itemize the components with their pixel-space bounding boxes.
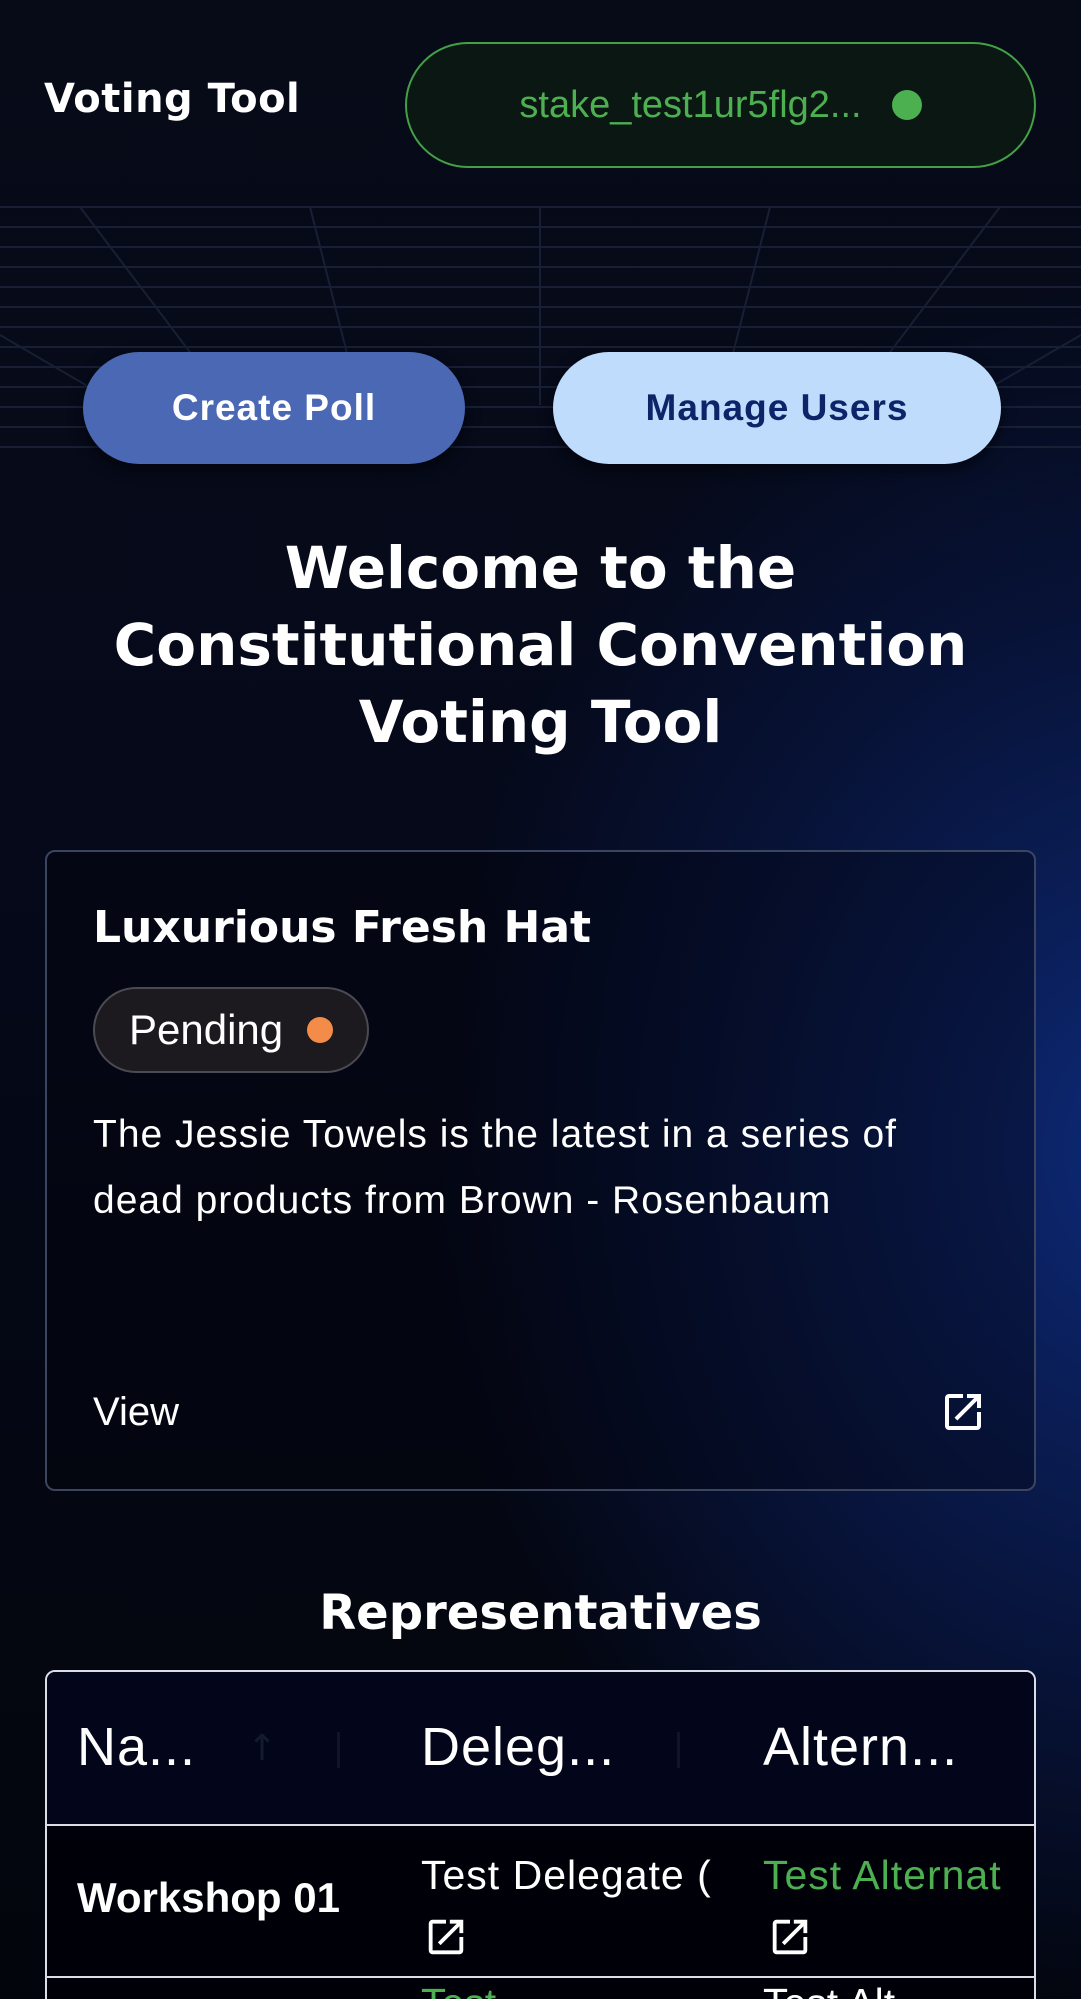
sort-arrow-icon[interactable]: ↑ bbox=[247, 1728, 277, 1769]
column-separator[interactable] bbox=[677, 1732, 680, 1768]
column-separator[interactable] bbox=[337, 1732, 340, 1768]
create-poll-button[interactable]: Create Poll bbox=[83, 352, 465, 464]
table-row: Test Dele Test Alt bbox=[47, 1980, 1034, 1999]
view-link[interactable]: View bbox=[93, 1390, 179, 1435]
table-header: Na... ↑ Deleg... Altern... bbox=[47, 1672, 1034, 1826]
wallet-button[interactable]: stake_test1ur5flg2... bbox=[405, 42, 1036, 168]
wallet-connected-dot-icon bbox=[891, 90, 922, 120]
column-header-name[interactable]: Na... bbox=[77, 1716, 196, 1778]
cell-delegate[interactable]: Test Dele bbox=[421, 1980, 571, 1999]
welcome-line-3: Voting Tool bbox=[358, 688, 723, 756]
status-badge: Pending bbox=[93, 987, 370, 1073]
page: Voting Tool stake_test1ur5flg2... Create… bbox=[0, 0, 1081, 1999]
manage-users-button[interactable]: Manage Users bbox=[553, 352, 1001, 464]
wallet-address: stake_test1ur5flg2... bbox=[519, 83, 862, 126]
pending-dot-icon bbox=[307, 1017, 334, 1043]
alternate-external-link-icon[interactable] bbox=[767, 1914, 813, 1960]
cell-alternate[interactable]: Test Alternat bbox=[763, 1852, 1034, 1902]
table-row: Workshop 01 Test Delegate ( Test Alterna… bbox=[47, 1828, 1034, 1978]
delegate-external-link-icon[interactable] bbox=[423, 1914, 469, 1960]
poll-card[interactable]: Luxurious Fresh Hat Pending The Jessie T… bbox=[45, 850, 1036, 1491]
header: Voting Tool stake_test1ur5flg2... bbox=[0, 0, 1081, 205]
poll-description: The Jessie Towels is the latest in a ser… bbox=[93, 1113, 897, 1222]
welcome-line-2: Constitutional Convention bbox=[113, 611, 968, 679]
representatives-title: Representatives bbox=[319, 1585, 762, 1641]
column-header-delegate[interactable]: Deleg... bbox=[421, 1716, 615, 1778]
external-link-icon[interactable] bbox=[939, 1388, 987, 1436]
welcome-heading: Welcome to the Constitutional Convention… bbox=[40, 530, 1041, 761]
welcome-line-1: Welcome to the bbox=[284, 534, 797, 602]
representatives-table: Na... ↑ Deleg... Altern... Workshop 01 T… bbox=[45, 1670, 1036, 1999]
cell-name: Workshop 01 bbox=[77, 1874, 340, 1921]
cell-delegate[interactable]: Test Delegate ( bbox=[421, 1852, 739, 1902]
column-header-alternate[interactable]: Altern... bbox=[763, 1716, 958, 1778]
app-title[interactable]: Voting Tool bbox=[44, 76, 300, 122]
status-label: Pending bbox=[129, 1006, 284, 1053]
cell-alternate[interactable]: Test Alt bbox=[763, 1980, 913, 1999]
poll-title: Luxurious Fresh Hat bbox=[93, 902, 592, 953]
